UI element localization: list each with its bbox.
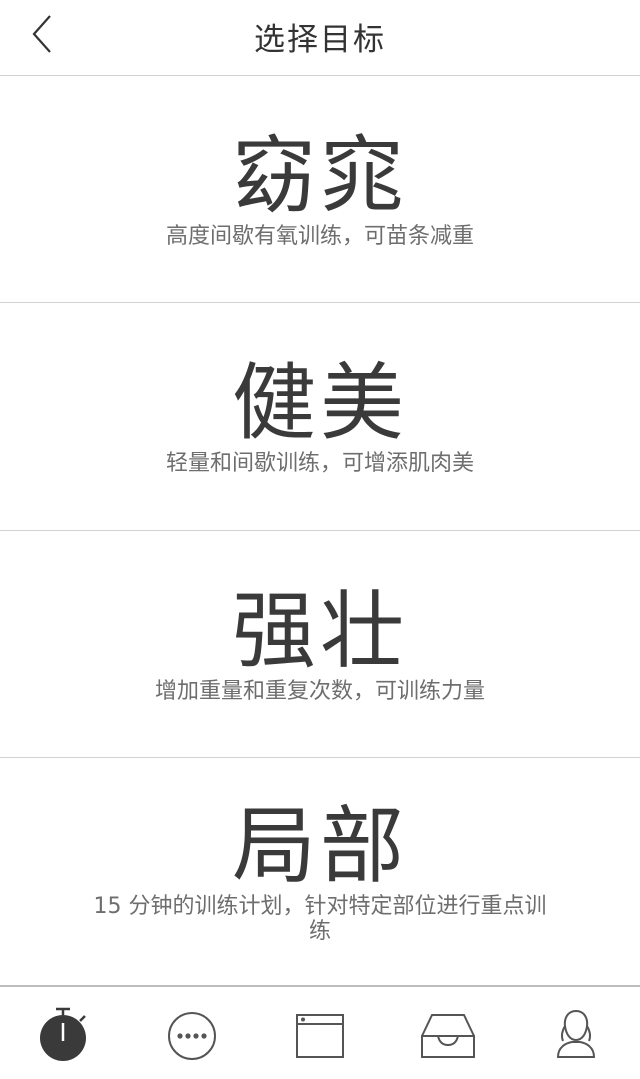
browser-window-icon (296, 1014, 344, 1058)
stopwatch-icon (40, 1007, 86, 1061)
tab-bar (0, 985, 640, 1079)
goal-item-fit[interactable]: 健美 轻量和间歇训练，可增添肌肉美 (0, 303, 640, 531)
inbox-tray-icon (421, 1014, 475, 1058)
tab-profile[interactable] (512, 987, 640, 1079)
tab-inbox[interactable] (384, 987, 512, 1079)
tab-browser[interactable] (256, 987, 384, 1079)
goal-list: 窈窕 高度间歇有氧训练，可苗条减重 健美 轻量和间歇训练，可增添肌肉美 强壮 增… (0, 76, 640, 985)
goal-title: 局部 (231, 797, 408, 895)
page-title: 选择目标 (254, 22, 386, 58)
goal-description: 高度间歇有氧训练，可苗条减重 (165, 224, 474, 249)
goal-description: 轻量和间歇训练，可增添肌肉美 (165, 451, 474, 476)
tab-workout[interactable] (0, 987, 128, 1079)
goal-title: 强壮 (231, 582, 408, 680)
user-profile-icon (556, 1009, 596, 1058)
goal-item-slim[interactable]: 窈窕 高度间歇有氧训练，可苗条减重 (0, 76, 640, 303)
tab-more[interactable] (128, 987, 256, 1079)
goal-item-strong[interactable]: 强壮 增加重量和重复次数，可训练力量 (0, 531, 640, 758)
more-dots-icon (168, 1012, 216, 1060)
goal-title: 健美 (231, 354, 408, 452)
goal-description: 15 分钟的训练计划，针对特定部位进行重点训练 (93, 894, 547, 944)
goal-item-local[interactable]: 局部 15 分钟的训练计划，针对特定部位进行重点训练 (0, 758, 640, 985)
header: 选择目标 (0, 0, 640, 76)
goal-title: 窈窕 (231, 127, 408, 225)
goal-description: 增加重量和重复次数，可训练力量 (154, 679, 485, 704)
